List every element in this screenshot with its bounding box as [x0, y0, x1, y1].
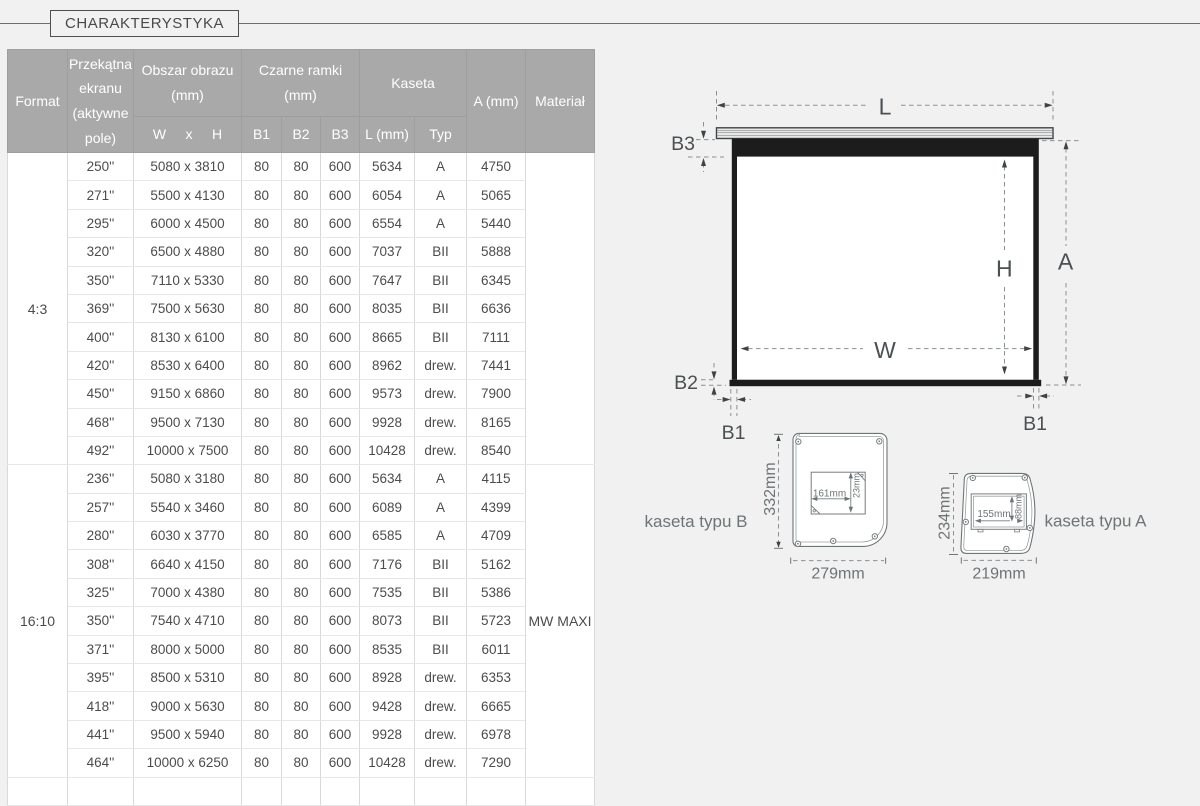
svg-text:kaseta typu A: kaseta typu A	[1044, 512, 1147, 531]
svg-text:B3: B3	[671, 133, 695, 155]
svg-text:H: H	[996, 256, 1013, 282]
svg-text:88mm: 88mm	[1014, 494, 1024, 519]
svg-text:A: A	[1058, 249, 1074, 275]
svg-text:219mm: 219mm	[972, 566, 1025, 583]
svg-text:B1: B1	[722, 422, 746, 444]
svg-text:332mm: 332mm	[762, 462, 779, 515]
svg-text:B1: B1	[1023, 413, 1047, 435]
svg-text:279mm: 279mm	[811, 566, 864, 583]
svg-text:234mm: 234mm	[937, 486, 954, 539]
svg-text:23mm: 23mm	[852, 473, 862, 498]
svg-text:155mm: 155mm	[977, 509, 1010, 520]
svg-text:L: L	[879, 94, 892, 120]
svg-text:B2: B2	[674, 372, 698, 394]
svg-text:161mm: 161mm	[813, 489, 846, 500]
svg-text:kaseta typu B: kaseta typu B	[644, 512, 747, 531]
svg-text:W: W	[874, 337, 896, 363]
